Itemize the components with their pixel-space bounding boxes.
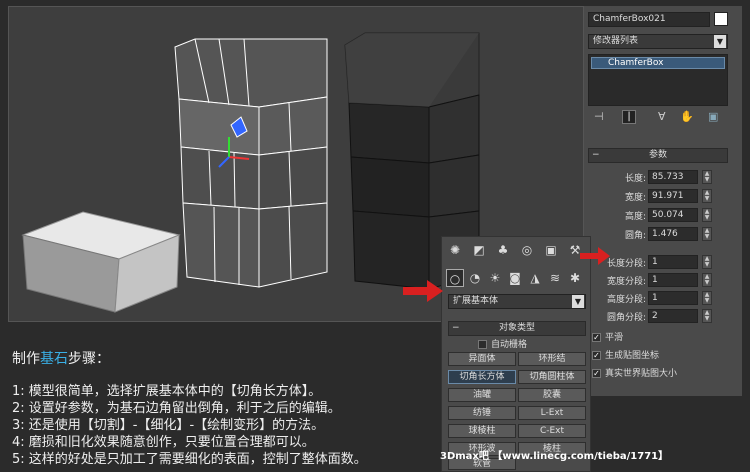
param-label: 高度: bbox=[624, 212, 646, 222]
stack-item-chamferbox[interactable]: ChamferBox bbox=[591, 57, 725, 69]
chamfer-cyl-button[interactable]: 切角圆柱体 bbox=[518, 370, 586, 384]
category-dropdown[interactable]: 扩展基本体 ▼ bbox=[448, 294, 586, 309]
param-label: 圆角: bbox=[624, 231, 646, 241]
spinner-icon[interactable]: ▲ ▼ bbox=[702, 170, 712, 184]
cameras-icon[interactable]: ◙ bbox=[506, 269, 524, 287]
modifier-list-dropdown[interactable]: 修改器列表 ▼ bbox=[588, 34, 728, 49]
param-label: 宽度分段: bbox=[606, 277, 646, 287]
spinner-icon[interactable]: ▲ ▼ bbox=[702, 227, 712, 241]
modify-tab-icon[interactable]: ◩ bbox=[470, 241, 488, 259]
chevron-down-icon: ▼ bbox=[714, 35, 726, 48]
helpers-icon[interactable]: ◮ bbox=[526, 269, 544, 287]
param-length-segs-input[interactable]: 1 bbox=[648, 255, 698, 269]
autogrid-checkbox[interactable]: 自动栅格 bbox=[478, 337, 527, 351]
params-rollout-title[interactable]: − 参数 bbox=[588, 148, 728, 163]
capsule-button[interactable]: 胶囊 bbox=[518, 388, 586, 402]
spinner-icon[interactable]: ▲ ▼ bbox=[702, 208, 712, 222]
param-height: 高度: 50.074 ▲ ▼ bbox=[584, 208, 742, 223]
param-width-segs-input[interactable]: 1 bbox=[648, 273, 698, 287]
modify-panel: ChamferBox021 修改器列表 ▼ ChamferBox ⊣ | ∀ ✋… bbox=[584, 6, 742, 396]
command-panel-tabs: ✺ ◩ ♣ ◎ ▣ ⚒ bbox=[444, 241, 590, 263]
hedra-button[interactable]: 异面体 bbox=[448, 352, 516, 366]
make-unique-icon[interactable]: ∀ bbox=[658, 110, 666, 123]
lights-icon[interactable]: ☀ bbox=[486, 269, 504, 287]
tutorial-title: 制作基石步骤： bbox=[12, 351, 110, 367]
checkbox-checked-icon: ✓ bbox=[592, 333, 601, 342]
param-label: 圆角分段: bbox=[606, 313, 646, 323]
param-height-segs: 高度分段: 1 ▲ ▼ bbox=[584, 291, 742, 306]
stack-toolbar: ⊣ | ∀ ✋ ▣ bbox=[590, 110, 730, 126]
autogrid-label: 自动栅格 bbox=[491, 340, 528, 350]
display-tab-icon[interactable]: ▣ bbox=[542, 241, 560, 259]
smooth-checkbox[interactable]: ✓ 平滑 bbox=[592, 330, 623, 344]
param-length-input[interactable]: 85.733 bbox=[648, 170, 698, 184]
spinner-icon[interactable]: ▲ ▼ bbox=[702, 291, 712, 305]
chevron-down-icon: ▼ bbox=[572, 295, 584, 308]
l-ext-button[interactable]: L-Ext bbox=[518, 406, 586, 420]
tutorial-step: 5: 这样的好处是只加工了需要细化的表面，控制了整体面数。 bbox=[12, 452, 367, 467]
chamfer-box-button[interactable]: 切角长方体 bbox=[448, 370, 516, 384]
remove-modifier-icon[interactable]: ✋ bbox=[680, 110, 694, 123]
wireframe-column bbox=[174, 38, 328, 288]
smooth-label: 平滑 bbox=[605, 333, 624, 343]
checkbox-unchecked-icon bbox=[478, 340, 487, 349]
param-length: 长度: 85.733 ▲ ▼ bbox=[584, 170, 742, 185]
watermark: 3Dmax吧 【www.linecg.com/tieba/1771】 bbox=[440, 451, 669, 462]
chamfer-box-small bbox=[21, 211, 181, 313]
c-ext-button[interactable]: C-Ext bbox=[518, 424, 586, 438]
spacewarps-icon[interactable]: ≋ bbox=[546, 269, 564, 287]
torus-knot-button[interactable]: 环形结 bbox=[518, 352, 586, 366]
gengon-button[interactable]: 球棱柱 bbox=[448, 424, 516, 438]
spinner-icon[interactable]: ▲ ▼ bbox=[702, 273, 712, 287]
checkbox-checked-icon: ✓ bbox=[592, 351, 601, 360]
red-arrow-icon bbox=[403, 280, 443, 302]
red-arrow-icon bbox=[580, 247, 610, 265]
create-tab-icon[interactable]: ✺ bbox=[446, 241, 464, 259]
real-world-label: 真实世界贴图大小 bbox=[605, 369, 678, 379]
param-label: 长度分段: bbox=[606, 259, 646, 269]
shapes-icon[interactable]: ◔ bbox=[466, 269, 484, 287]
spinner-icon[interactable]: ▲ ▼ bbox=[702, 309, 712, 323]
category-label: 扩展基本体 bbox=[453, 296, 499, 306]
gen-mapping-checkbox[interactable]: ✓ 生成贴图坐标 bbox=[592, 348, 659, 362]
spindle-button[interactable]: 纺锤 bbox=[448, 406, 516, 420]
object-name-field[interactable]: ChamferBox021 bbox=[588, 12, 710, 27]
create-panel: ✺ ◩ ♣ ◎ ▣ ⚒ ○ ◔ ☀ ◙ ◮ ≋ ✱ 扩展基本体 ▼ − 对象类型… bbox=[441, 236, 591, 472]
param-fillet-segs-input[interactable]: 2 bbox=[648, 309, 698, 323]
param-fillet-input[interactable]: 1.476 bbox=[648, 227, 698, 241]
systems-icon[interactable]: ✱ bbox=[566, 269, 584, 287]
param-label: 长度: bbox=[624, 174, 646, 184]
modifier-stack: ChamferBox bbox=[588, 54, 728, 106]
configure-sets-icon[interactable]: ▣ bbox=[708, 110, 718, 123]
oiltank-button[interactable]: 油罐 bbox=[448, 388, 516, 402]
param-label: 高度分段: bbox=[606, 295, 646, 305]
motion-tab-icon[interactable]: ◎ bbox=[518, 241, 536, 259]
real-world-checkbox[interactable]: ✓ 真实世界贴图大小 bbox=[592, 366, 677, 380]
param-fillet-segs: 圆角分段: 2 ▲ ▼ bbox=[584, 309, 742, 324]
show-end-result-icon[interactable]: | bbox=[622, 110, 636, 124]
param-width-input[interactable]: 91.971 bbox=[648, 189, 698, 203]
modifier-list-label: 修改器列表 bbox=[593, 36, 639, 46]
object-type-rollout-title[interactable]: − 对象类型 bbox=[448, 321, 586, 336]
gen-mapping-label: 生成贴图坐标 bbox=[605, 351, 660, 361]
pin-stack-icon[interactable]: ⊣ bbox=[594, 110, 604, 123]
param-fillet: 圆角: 1.476 ▲ ▼ bbox=[584, 227, 742, 242]
param-width-segs: 宽度分段: 1 ▲ ▼ bbox=[584, 273, 742, 288]
create-category-row: ○ ◔ ☀ ◙ ◮ ≋ ✱ bbox=[446, 269, 590, 287]
param-width: 宽度: 91.971 ▲ ▼ bbox=[584, 189, 742, 204]
geometry-icon[interactable]: ○ bbox=[446, 269, 464, 287]
param-height-input[interactable]: 50.074 bbox=[648, 208, 698, 222]
spinner-icon[interactable]: ▲ ▼ bbox=[702, 255, 712, 269]
param-label: 宽度: bbox=[624, 193, 646, 203]
checkbox-checked-icon: ✓ bbox=[592, 369, 601, 378]
spinner-icon[interactable]: ▲ ▼ bbox=[702, 189, 712, 203]
param-height-segs-input[interactable]: 1 bbox=[648, 291, 698, 305]
hierarchy-tab-icon[interactable]: ♣ bbox=[494, 241, 512, 259]
object-color-swatch[interactable] bbox=[714, 12, 728, 26]
